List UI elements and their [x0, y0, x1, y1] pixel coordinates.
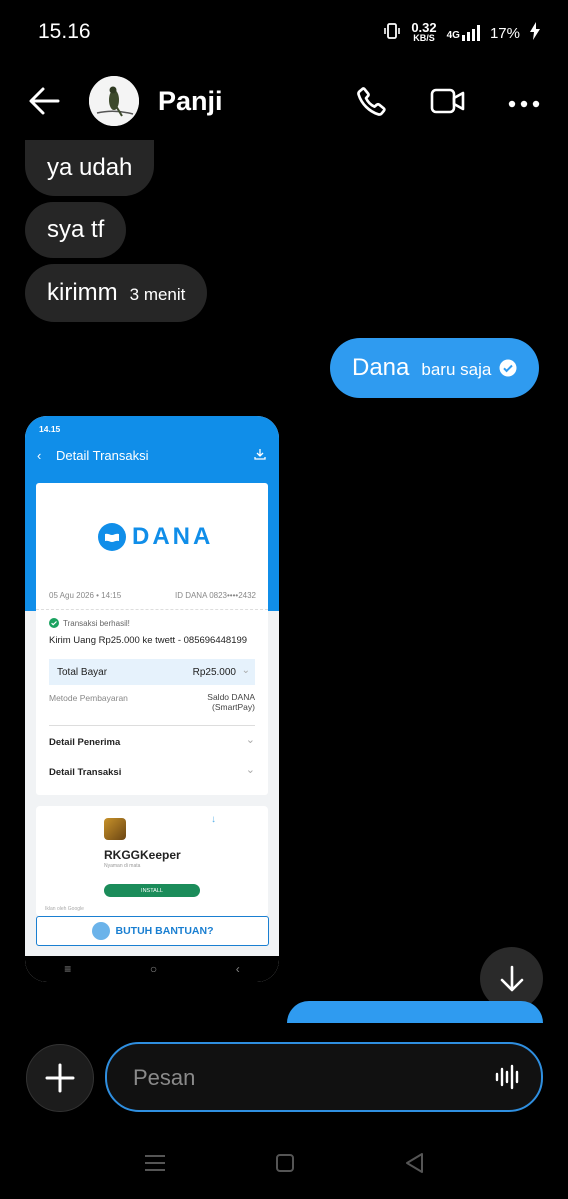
message-text: Dana — [352, 354, 410, 381]
message-text: kirimm — [47, 279, 118, 306]
image-attachment[interactable]: 14.15 ‹ Detail Transaksi DANA 05 Agu 202… — [25, 416, 279, 982]
message-outgoing-partial[interactable] — [287, 1001, 543, 1023]
inner-home-icon: ○ — [149, 962, 158, 976]
dana-logo: DANA — [98, 523, 213, 551]
home-button[interactable] — [275, 1153, 295, 1178]
arrow-down-icon — [500, 965, 523, 991]
read-check-icon — [499, 359, 517, 377]
inner-back-icon: ‹ — [37, 448, 42, 463]
recipient-details: Detail Penerima — [49, 737, 121, 748]
more-dots-icon — [508, 100, 540, 108]
plus-icon — [45, 1063, 75, 1093]
success-status: Transaksi berhasil! — [49, 618, 130, 628]
menu-icon — [145, 1154, 166, 1171]
voice-message-button[interactable] — [495, 1064, 521, 1095]
message-incoming[interactable]: kirimm 3 menit — [25, 264, 208, 322]
total-label: Total Bayar — [57, 667, 108, 678]
help-button: BUTUH BANTUAN? — [36, 916, 269, 946]
method-label: Metode Pembayaran — [49, 693, 128, 703]
inner-status-time: 14.15 — [39, 424, 61, 434]
avatar[interactable] — [89, 76, 139, 126]
status-time: 15.16 — [38, 20, 91, 43]
ad-tagline: Nyaman di mata — [104, 863, 141, 869]
video-camera-icon — [430, 88, 465, 114]
inner-title: Detail Transaksi — [56, 448, 149, 463]
charging-icon — [530, 22, 540, 44]
recent-apps-button[interactable] — [144, 1154, 166, 1177]
more-options-button[interactable] — [508, 96, 540, 114]
back-button[interactable] — [28, 86, 62, 116]
dana-id: ID DANA 0823••••2432 — [174, 591, 256, 600]
message-time: 3 menit — [129, 285, 186, 304]
message-text: sya tf — [47, 216, 105, 243]
success-check-icon — [49, 618, 59, 628]
ad-card: ↓ RKGGKeeper Nyaman di mata INSTALL Ikla… — [36, 806, 268, 916]
divider — [49, 725, 255, 726]
system-nav-bar — [0, 1140, 568, 1190]
message-composer — [105, 1042, 543, 1112]
total-value: Rp25.000 — [192, 667, 236, 678]
message-text: ya udah — [47, 154, 133, 181]
message-incoming[interactable]: ya udah — [25, 140, 155, 196]
phone-icon — [357, 87, 386, 116]
divider — [36, 609, 268, 610]
message-incoming[interactable]: sya tf — [25, 202, 127, 258]
message-outgoing[interactable]: Dana baru saja — [330, 338, 540, 398]
ad-install-button: INSTALL — [104, 884, 200, 897]
support-avatar-icon — [91, 922, 110, 940]
signal-icon: 4G — [447, 25, 480, 41]
attach-button[interactable] — [26, 1044, 94, 1112]
receipt-card: DANA 05 Agu 2026 • 14:15 ID DANA 0823•••… — [36, 483, 268, 795]
vibrate-icon — [383, 22, 401, 44]
message-time: baru saja — [421, 360, 492, 379]
app-icon — [104, 818, 126, 840]
transaction-description: Kirim Uang Rp25.000 ke twett - 085696448… — [49, 635, 248, 646]
system-back-button[interactable] — [404, 1152, 424, 1179]
voice-call-button[interactable] — [355, 84, 389, 123]
ad-download-icon: ↓ — [211, 814, 216, 825]
transaction-details: Detail Transaksi — [49, 767, 122, 778]
video-call-button[interactable] — [430, 86, 466, 121]
back-arrow-icon — [29, 87, 60, 115]
method-value: Saldo DANA (SmartPay) — [207, 692, 255, 712]
message-input[interactable] — [131, 1056, 475, 1100]
ad-app-name: RKGGKeeper — [104, 848, 181, 862]
inner-back-nav-icon: ‹ — [235, 962, 240, 976]
home-square-icon — [275, 1153, 294, 1172]
chevron-down-icon: ⌄ — [245, 764, 255, 776]
battery-level: 17% — [489, 24, 520, 42]
status-icons: 0.32 KB/S 4G 17% — [383, 20, 540, 44]
inner-menu-icon: ≡ — [64, 962, 72, 976]
transaction-date: 05 Agu 2026 • 14:15 — [49, 591, 122, 600]
download-icon — [254, 448, 266, 463]
net-speed: 0.32 KB/S — [411, 20, 437, 43]
chevron-down-icon: ⌄ — [241, 665, 250, 676]
inner-nav-bar: ≡ ○ ‹ — [25, 956, 279, 982]
chevron-down-icon: ⌄ — [245, 734, 255, 746]
back-triangle-icon — [405, 1152, 423, 1173]
contact-name[interactable]: Panji — [158, 86, 223, 117]
ad-footer: Iklan oleh Google — [45, 906, 84, 912]
waveform-icon — [495, 1064, 519, 1090]
